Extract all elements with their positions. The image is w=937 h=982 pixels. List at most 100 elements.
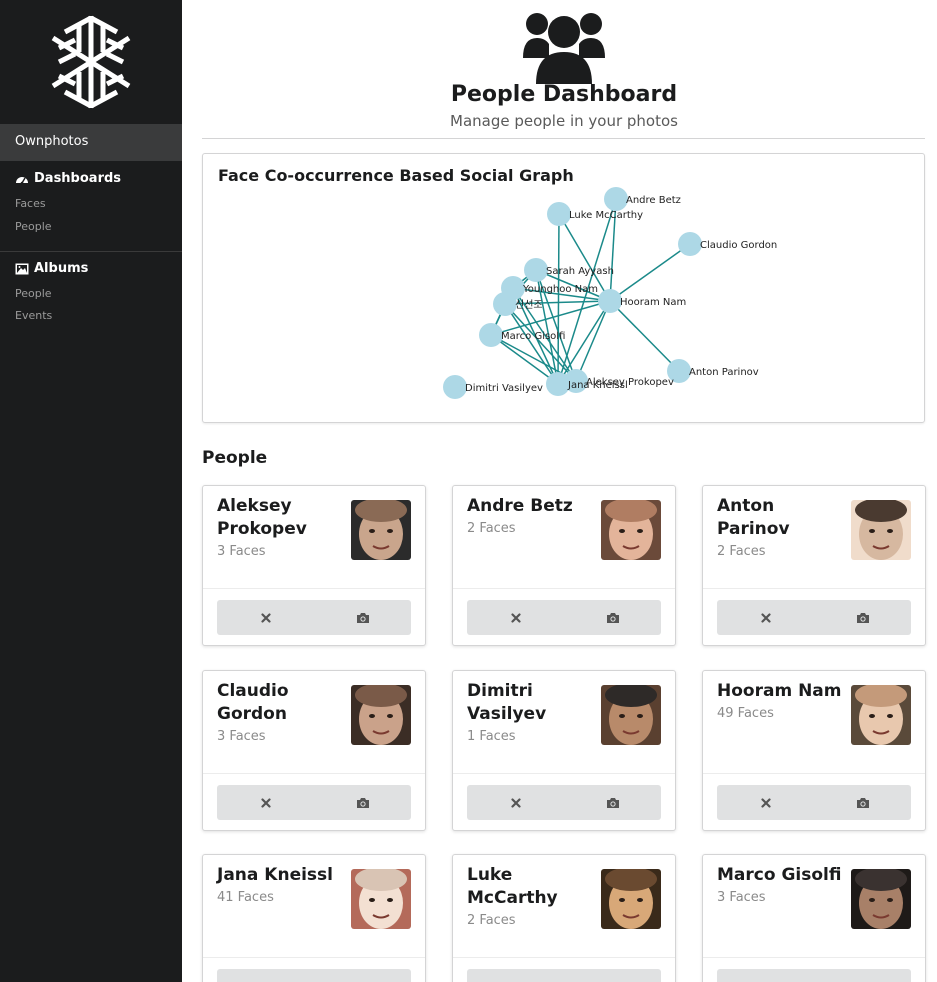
graph-node-label: 신선조	[515, 299, 543, 311]
person-card[interactable]: Luke McCarthy 2 Faces	[452, 854, 676, 982]
person-name: Anton Parinov	[717, 496, 790, 539]
person-name: Aleksey Prokopev	[217, 496, 307, 539]
view-photos-button[interactable]	[564, 785, 661, 820]
face-count: 2 Faces	[467, 521, 516, 536]
image-icon	[15, 263, 29, 274]
people-heading: People	[202, 448, 268, 468]
remove-person-button[interactable]	[467, 785, 564, 820]
card-divider	[453, 957, 675, 958]
graph-edge	[557, 213, 560, 385]
sidebar-item-faces[interactable]: Faces	[15, 197, 46, 210]
graph-node-label: Sarah Ayyash	[546, 266, 614, 277]
camera-icon	[606, 797, 619, 808]
card-divider	[453, 588, 675, 589]
person-name: Claudio Gordon	[217, 681, 289, 724]
person-name: Dimitri Vasilyev	[467, 681, 547, 724]
view-photos-button[interactable]	[314, 969, 411, 982]
remove-person-button[interactable]	[467, 600, 564, 635]
graph-node[interactable]	[598, 289, 622, 313]
view-photos-button[interactable]	[564, 600, 661, 635]
graph-node-label: Younghoo Nam	[522, 284, 598, 295]
graph-node[interactable]	[443, 375, 467, 399]
person-name: Jana Kneissl	[217, 865, 333, 885]
person-card[interactable]: Hooram Nam 49 Faces	[702, 670, 926, 831]
person-card[interactable]: Jana Kneissl 41 Faces	[202, 854, 426, 982]
person-avatar[interactable]	[851, 500, 911, 560]
graph-title: Face Co-occurrence Based Social Graph	[218, 166, 574, 185]
card-divider	[203, 773, 425, 774]
social-graph[interactable]: Andre Betz Luke McCarthy Claudio Gordon Sar…	[203, 154, 925, 423]
person-avatar[interactable]	[601, 685, 661, 745]
person-avatar[interactable]	[851, 685, 911, 745]
person-name: Andre Betz	[467, 496, 573, 516]
close-icon	[510, 612, 521, 623]
view-photos-button[interactable]	[564, 969, 661, 982]
person-name: Hooram Nam	[717, 681, 842, 701]
camera-icon	[606, 612, 619, 623]
person-avatar[interactable]	[351, 685, 411, 745]
card-divider	[703, 773, 925, 774]
face-count: 3 Faces	[217, 544, 266, 559]
close-icon	[760, 797, 771, 808]
graph-edge	[609, 243, 691, 302]
sidebar-section-dashboards[interactable]: Dashboards	[15, 171, 121, 186]
sidebar-section-label: Albums	[34, 261, 89, 276]
person-card[interactable]: Dimitri Vasilyev 1 Faces	[452, 670, 676, 831]
close-icon	[760, 612, 771, 623]
sidebar-brand[interactable]: Ownphotos	[0, 124, 188, 161]
sidebar: Ownphotos Dashboards Faces People Albums…	[0, 0, 188, 982]
person-name: Luke McCarthy	[467, 865, 558, 908]
person-avatar[interactable]	[601, 869, 661, 929]
remove-person-button[interactable]	[217, 969, 314, 982]
camera-icon	[856, 797, 869, 808]
app-logo-icon	[51, 15, 131, 109]
face-count: 2 Faces	[717, 544, 766, 559]
graph-node[interactable]	[524, 258, 548, 282]
header-divider	[202, 138, 925, 139]
person-avatar[interactable]	[601, 500, 661, 560]
close-icon	[260, 612, 271, 623]
person-card[interactable]: Aleksey Prokopev 3 Faces	[202, 485, 426, 646]
remove-person-button[interactable]	[717, 969, 814, 982]
person-card[interactable]: Anton Parinov 2 Faces	[702, 485, 926, 646]
person-avatar[interactable]	[351, 500, 411, 560]
camera-icon	[356, 612, 369, 623]
graph-node[interactable]	[547, 202, 571, 226]
remove-person-button[interactable]	[217, 600, 314, 635]
view-photos-button[interactable]	[814, 969, 911, 982]
sidebar-section-label: Dashboards	[34, 171, 122, 186]
sidebar-item-album-people[interactable]: People	[15, 287, 52, 300]
face-count: 1 Faces	[467, 729, 516, 744]
remove-person-button[interactable]	[717, 600, 814, 635]
graph-node[interactable]	[479, 323, 503, 347]
person-card[interactable]: Claudio Gordon 3 Faces	[202, 670, 426, 831]
users-icon	[523, 13, 605, 84]
graph-edge	[575, 300, 611, 382]
graph-node-label: Anton Parinov	[689, 367, 759, 378]
graph-node-label: Claudio Gordon	[700, 240, 777, 251]
person-name: Marco Gisolfi	[717, 865, 842, 885]
sidebar-item-events[interactable]: Events	[15, 309, 52, 322]
graph-node[interactable]	[493, 292, 517, 316]
face-count: 49 Faces	[717, 706, 774, 721]
remove-person-button[interactable]	[217, 785, 314, 820]
graph-node[interactable]	[546, 372, 570, 396]
face-count: 3 Faces	[217, 729, 266, 744]
view-photos-button[interactable]	[814, 600, 911, 635]
person-avatar[interactable]	[851, 869, 911, 929]
view-photos-button[interactable]	[314, 785, 411, 820]
person-avatar[interactable]	[351, 869, 411, 929]
view-photos-button[interactable]	[814, 785, 911, 820]
graph-edge	[609, 300, 680, 372]
sidebar-item-people[interactable]: People	[15, 220, 52, 233]
graph-node[interactable]	[604, 187, 628, 211]
view-photos-button[interactable]	[314, 600, 411, 635]
remove-person-button[interactable]	[467, 969, 564, 982]
person-card[interactable]: Andre Betz 2 Faces	[452, 485, 676, 646]
remove-person-button[interactable]	[717, 785, 814, 820]
graph-node[interactable]	[678, 232, 702, 256]
graph-node-label: Hooram Nam	[620, 297, 686, 308]
person-card[interactable]: Marco Gisolfi 3 Faces	[702, 854, 926, 982]
sidebar-section-albums[interactable]: Albums	[15, 261, 88, 276]
face-count: 2 Faces	[467, 913, 516, 928]
